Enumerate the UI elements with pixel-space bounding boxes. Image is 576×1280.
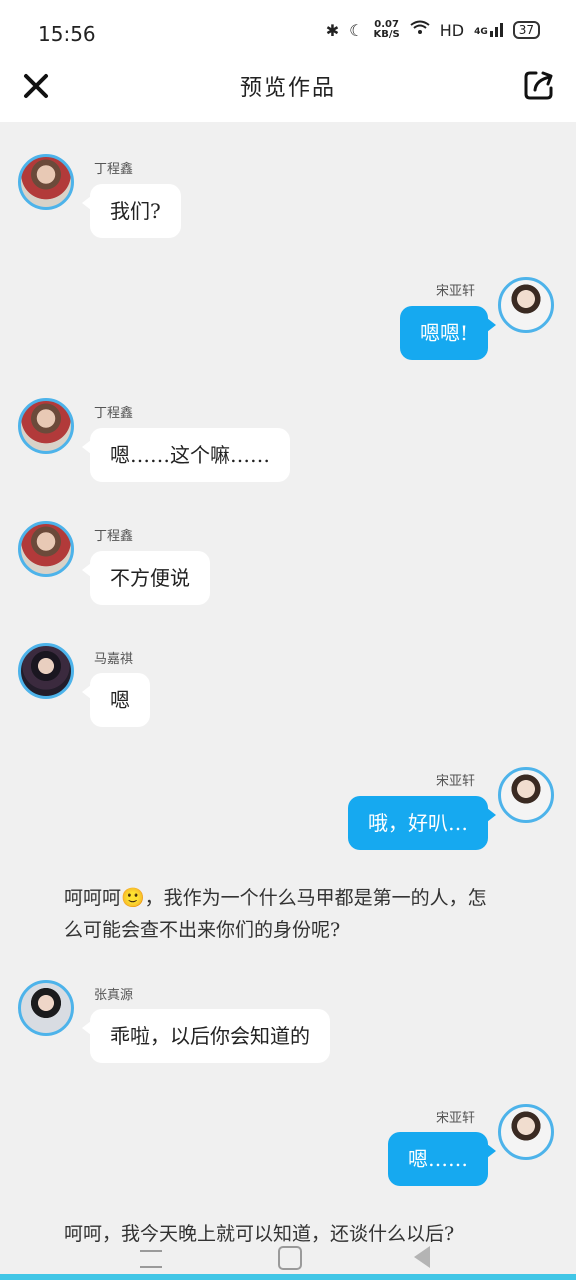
avatar[interactable] (498, 1104, 554, 1160)
sender-name: 宋亚轩 (436, 774, 476, 789)
network-speed-unit: KB/S (373, 29, 400, 40)
message-bubble[interactable]: 嗯……这个嘛…… (82, 428, 290, 482)
narration-text: 呵呵呵🙂，我作为一个什么马甲都是第一的人，怎么可能会查不出来你们的身份呢? (64, 887, 487, 941)
sender-name: 丁程鑫 (94, 529, 134, 544)
message-bubble[interactable]: 嗯 (82, 673, 150, 727)
moon-icon: ☾ (349, 20, 364, 40)
status-time: 15:56 (38, 22, 96, 46)
sender-name: 丁程鑫 (94, 406, 134, 421)
sender-name: 丁程鑫 (94, 162, 134, 177)
sender-name: 宋亚轩 (436, 1111, 476, 1126)
home-nav-icon[interactable] (278, 1246, 302, 1270)
avatar[interactable] (18, 980, 74, 1036)
page-title: 预览作品 (239, 76, 336, 101)
sender-name: 马嘉祺 (94, 652, 134, 667)
bottom-accent-strip (0, 1274, 576, 1280)
sender-name: 张真源 (94, 988, 134, 1003)
chat-area[interactable]: 丁程鑫 我们? 宋亚轩 嗯嗯! 丁程鑫 嗯……这个嘛…… 丁程鑫 不方便说 马嘉… (0, 122, 576, 1280)
message-bubble[interactable]: 我们? (82, 184, 181, 238)
battery-icon: 37 (512, 21, 540, 39)
avatar[interactable] (18, 643, 74, 699)
status-icons: ✱ ☾ 0.07 KB/S HD 4G 37 (326, 20, 540, 40)
sender-name: 宋亚轩 (436, 284, 476, 299)
avatar[interactable] (18, 521, 74, 577)
status-bar: 15:56 ✱ ☾ 0.07 KB/S HD 4G 37 (0, 0, 576, 64)
message-bubble[interactable]: 嗯…… (388, 1132, 496, 1186)
wifi-icon (410, 20, 430, 40)
avatar[interactable] (18, 398, 74, 454)
message-bubble[interactable]: 乖啦，以后你会知道的 (82, 1009, 330, 1063)
avatar[interactable] (18, 154, 74, 210)
menu-nav-icon[interactable] (140, 1250, 162, 1268)
signal-label: 4G (474, 27, 488, 37)
message-bubble[interactable]: 嗯嗯! (399, 306, 497, 360)
hd-label: HD (439, 20, 465, 40)
top-bar: 预览作品 (0, 64, 576, 122)
back-nav-icon[interactable] (414, 1246, 430, 1268)
share-icon (524, 71, 553, 100)
message-bubble[interactable]: 哦，好叭… (348, 796, 496, 850)
share-button[interactable] (522, 68, 556, 102)
message-bubble[interactable]: 不方便说 (82, 551, 210, 605)
avatar[interactable] (498, 767, 554, 823)
signal-icon: 4G (474, 23, 503, 37)
bluetooth-icon: ✱ (325, 20, 340, 40)
network-speed: 0.07 KB/S (373, 20, 399, 40)
avatar[interactable] (498, 277, 554, 333)
